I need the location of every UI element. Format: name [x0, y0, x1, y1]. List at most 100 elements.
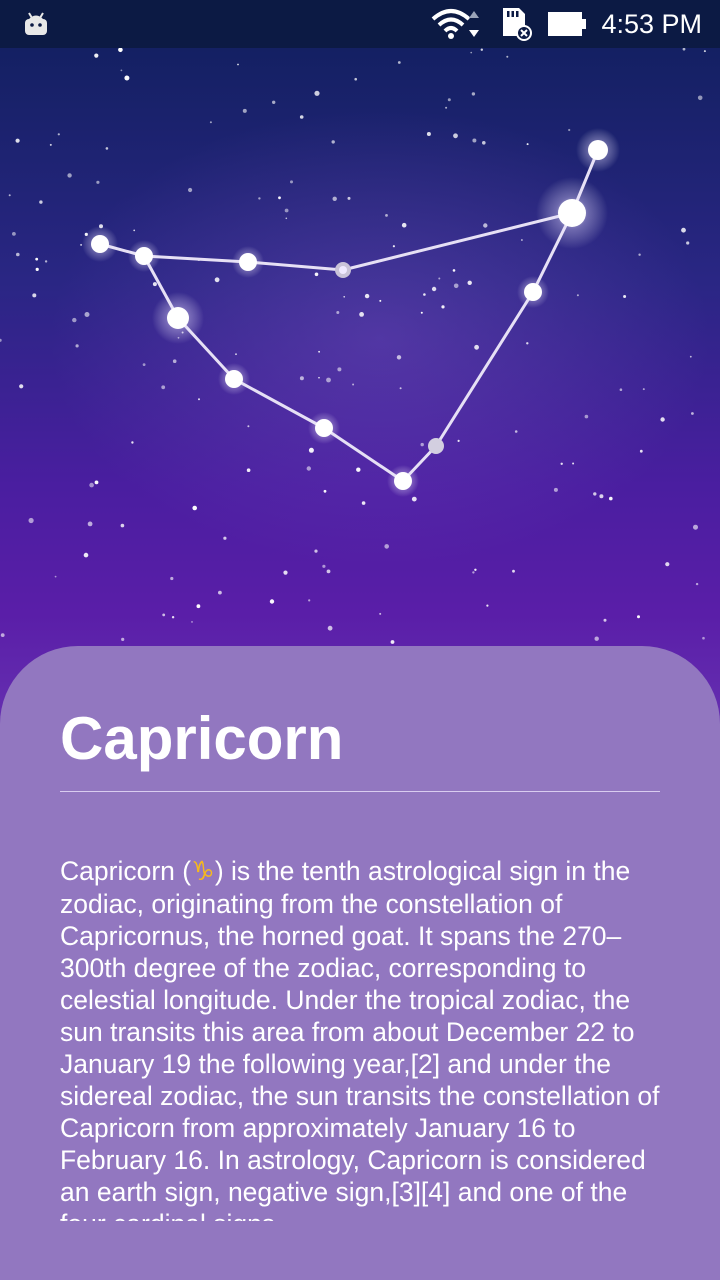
- background-star: [691, 412, 694, 415]
- background-star: [290, 180, 293, 184]
- background-star: [283, 570, 288, 575]
- background-star: [665, 562, 670, 567]
- title-divider: [60, 791, 660, 792]
- sd-card-icon: [503, 8, 533, 41]
- background-star: [359, 312, 364, 317]
- background-star: [693, 524, 698, 530]
- sign-description: Capricorn (♑) is the tenth astrological …: [60, 855, 660, 1221]
- background-star: [142, 363, 146, 366]
- background-star: [67, 173, 72, 178]
- background-star: [218, 590, 222, 595]
- background-star: [269, 599, 275, 604]
- background-star: [235, 353, 237, 356]
- background-star: [89, 482, 94, 488]
- background-star: [379, 612, 382, 615]
- background-star: [188, 187, 193, 193]
- background-star: [223, 536, 227, 540]
- background-star: [35, 257, 39, 261]
- background-star: [354, 77, 358, 81]
- background-star: [8, 194, 11, 197]
- background-star: [120, 523, 125, 528]
- background-star: [482, 141, 486, 145]
- background-star: [314, 549, 318, 553]
- background-star: [637, 615, 640, 619]
- background-star: [423, 293, 426, 296]
- background-star: [441, 305, 445, 309]
- background-star: [619, 388, 623, 392]
- background-star: [447, 98, 451, 102]
- background-star: [272, 100, 276, 104]
- background-star: [593, 492, 597, 496]
- background-star: [308, 599, 311, 602]
- background-star: [336, 311, 340, 314]
- background-star: [247, 425, 250, 428]
- background-star: [323, 489, 327, 493]
- background-star: [702, 636, 705, 640]
- capricorn-symbol-icon: ♑: [191, 856, 215, 887]
- background-star: [682, 48, 686, 51]
- background-star: [452, 269, 456, 272]
- background-star: [285, 217, 288, 220]
- background-star: [420, 311, 423, 314]
- background-star: [318, 350, 320, 353]
- background-star: [278, 196, 281, 200]
- background-star: [120, 69, 123, 72]
- background-star: [576, 294, 579, 297]
- background-star: [470, 51, 473, 54]
- background-star: [326, 377, 331, 383]
- background-star: [703, 50, 706, 53]
- background-star: [453, 133, 458, 139]
- background-star: [361, 501, 366, 505]
- background-star: [638, 253, 641, 256]
- background-star: [453, 283, 459, 289]
- background-star: [171, 616, 175, 619]
- background-star: [94, 53, 99, 58]
- background-star: [131, 441, 134, 444]
- background-star: [162, 613, 166, 617]
- background-star: [105, 147, 109, 150]
- background-star: [299, 376, 304, 381]
- background-star: [196, 604, 201, 609]
- background-star: [457, 439, 460, 442]
- background-star: [35, 267, 39, 271]
- background-star: [695, 582, 699, 586]
- background-star: [568, 128, 571, 132]
- background-star: [390, 640, 395, 644]
- background-star: [28, 517, 34, 524]
- battery-icon: [548, 12, 587, 36]
- background-star: [471, 92, 476, 96]
- background-star: [431, 286, 437, 292]
- background-star: [314, 272, 319, 277]
- background-star: [474, 568, 477, 571]
- background-star: [258, 197, 261, 200]
- background-star: [486, 604, 489, 607]
- background-star: [512, 569, 515, 573]
- android-icon: [25, 12, 47, 35]
- description-body: ) is the tenth astrological sign in the …: [60, 856, 660, 1221]
- status-right: 4:53 PM: [431, 0, 702, 48]
- background-star: [514, 430, 518, 433]
- background-star: [572, 462, 575, 465]
- background-star: [133, 229, 136, 232]
- background-star: [214, 277, 220, 283]
- background-star: [318, 376, 320, 379]
- background-star: [438, 277, 441, 280]
- background-star: [553, 487, 558, 492]
- background-star: [57, 133, 60, 136]
- background-star: [152, 282, 157, 287]
- description-lead: Capricorn (: [60, 856, 192, 886]
- background-star: [170, 576, 174, 581]
- background-star: [80, 243, 83, 246]
- background-star: [594, 636, 599, 641]
- background-star: [124, 75, 130, 81]
- constellation-sky: [0, 48, 710, 648]
- background-star: [584, 414, 589, 419]
- background-star: [352, 383, 355, 386]
- wifi-icon: [432, 9, 480, 39]
- background-star: [483, 223, 488, 228]
- background-star: [172, 359, 177, 364]
- background-star: [192, 505, 197, 511]
- background-star: [467, 280, 472, 285]
- description-scroll[interactable]: Capricorn (♑) is the tenth astrological …: [60, 855, 660, 1221]
- background-star: [72, 317, 77, 323]
